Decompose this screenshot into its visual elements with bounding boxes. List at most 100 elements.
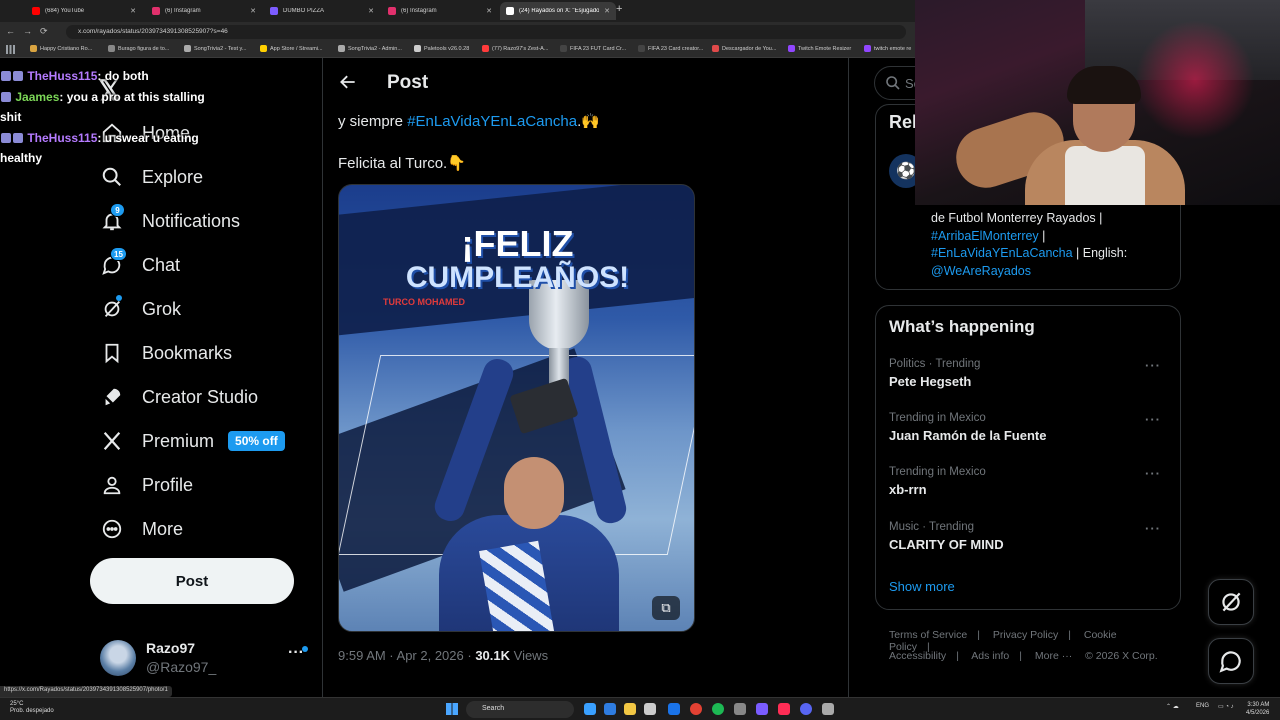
nav-bookmarks[interactable]: Bookmarks (100, 338, 232, 368)
store-icon[interactable] (644, 703, 656, 715)
bookmark[interactable]: Burago figura de to... (108, 45, 169, 52)
ellipsis-icon[interactable]: ··· (1145, 466, 1161, 481)
footer-link[interactable]: More ··· (1035, 650, 1072, 662)
trend-item[interactable]: Music · Trending CLARITY OF MIND ··· (889, 521, 1169, 561)
bookmark[interactable]: SongTrivia2 - Admin... (338, 45, 402, 52)
bookmark-icon (100, 341, 124, 365)
chat-message: Jaames: you a pro at this stalling shit (0, 87, 220, 128)
image-edit-icon[interactable]: ⧉ (652, 596, 680, 620)
grok-floating-button[interactable] (1208, 579, 1254, 625)
rocket-icon (100, 385, 124, 409)
post-button[interactable]: Post (90, 558, 294, 604)
messages-floating-button[interactable] (1208, 638, 1254, 684)
bookmark[interactable]: Paletools v26.0.28 (414, 45, 469, 52)
ellipsis-icon[interactable]: ··· (1145, 358, 1161, 373)
chrome-icon[interactable] (690, 703, 702, 715)
tweet-image[interactable]: ¡FELIZ CUMPLEAÑOS! TURCO MOHAMED (338, 184, 695, 632)
nav-profile[interactable]: Profile (100, 470, 193, 500)
app-icon[interactable] (584, 703, 596, 715)
person-icon (100, 473, 124, 497)
discord-icon[interactable] (800, 703, 812, 715)
mention-link[interactable]: @WeAreRayados (931, 264, 1031, 278)
trend-item[interactable]: Trending in Mexico Juan Ramón de la Fuen… (889, 412, 1169, 452)
footer-link[interactable]: Privacy Policy (993, 629, 1058, 641)
folder-icon[interactable] (624, 703, 636, 715)
trend-item[interactable]: Politics · Trending Pete Hegseth ··· (889, 358, 1169, 398)
bookmark[interactable]: twitch emote re (864, 45, 911, 52)
close-icon[interactable]: ✕ (604, 7, 610, 15)
bookmark[interactable]: Twitch Emote Resizer (788, 45, 851, 52)
search-icon (886, 76, 900, 90)
bookmark[interactable]: FIFA 23 FUT Card Cr... (560, 45, 626, 52)
network-volume-icons[interactable]: ▭ ◔ ♪ (1218, 703, 1234, 710)
system-clock[interactable]: 3:30 AM 4/5/2026 (1246, 701, 1269, 717)
apps-grid-icon[interactable] (6, 45, 15, 54)
nav-notifications[interactable]: 9 Notifications (100, 203, 240, 236)
weather-temp: 25°C (10, 701, 24, 707)
trend-context: Trending in Mexico (889, 412, 986, 424)
close-icon[interactable]: ✕ (368, 7, 374, 15)
windows-start-icon[interactable] (446, 703, 458, 715)
footer-separator: | (977, 629, 980, 641)
bookmark-icon (560, 45, 567, 52)
browser-tab[interactable]: (684) YouTube ✕ (26, 2, 142, 20)
notification-count-badge: 9 (110, 203, 125, 217)
nav-premium[interactable]: Premium 50% off (100, 426, 285, 456)
browser-tab[interactable]: (6) Instagram ✕ (382, 2, 498, 20)
trend-name: Juan Ramón de la Fuente (889, 428, 1047, 443)
close-icon[interactable]: ✕ (130, 7, 136, 15)
avatar (100, 640, 136, 676)
bookmark[interactable]: (77) Razo97's Zest-A... (482, 45, 548, 52)
ellipsis-icon[interactable]: ··· (1145, 521, 1161, 536)
tweet-timestamp[interactable]: 9:59 AM · Apr 2, 2026 · (338, 648, 475, 663)
footer-link[interactable]: Accessibility (889, 650, 946, 662)
new-dot (302, 646, 308, 652)
show-more-link[interactable]: Show more (889, 579, 955, 594)
footer-link[interactable]: Terms of Service (889, 629, 967, 641)
tweet-text: y siempre #EnLaVidaYEnLaCancha.🙌 (338, 113, 600, 130)
whats-happening-title: What’s happening (889, 317, 1035, 336)
weather-widget[interactable]: 25°C Prob. despejado (10, 701, 54, 715)
mail-icon[interactable] (668, 703, 680, 715)
bookmark[interactable]: App Store / Streami... (260, 45, 323, 52)
new-tab-icon[interactable]: + (616, 3, 622, 15)
nav-creator-studio[interactable]: Creator Studio (100, 382, 258, 412)
nav-chat[interactable]: 15 Chat (100, 247, 180, 280)
hashtag-link[interactable]: #ArribaElMonterrey (931, 229, 1039, 243)
app-icon[interactable] (756, 703, 768, 715)
account-switcher[interactable]: Razo97 @Razo97_ ··· (100, 638, 310, 678)
footer-link[interactable]: Ads info (971, 650, 1009, 662)
trend-item[interactable]: Trending in Mexico xb-rrn ··· (889, 466, 1169, 506)
music-icon[interactable] (778, 703, 790, 715)
nav-more[interactable]: More (100, 514, 183, 544)
ellipsis-icon[interactable]: ··· (1145, 412, 1161, 427)
app-icon[interactable] (734, 703, 746, 715)
nav-label: Profile (142, 474, 194, 495)
hashtag-link[interactable]: #EnLaVidaYEnLaCancha (407, 113, 577, 130)
bookmark[interactable]: Happy Cristiano Ro... (30, 45, 92, 52)
back-arrow-icon[interactable] (338, 72, 358, 92)
nav-label: Bookmarks (142, 342, 233, 363)
close-icon[interactable]: ✕ (250, 7, 256, 15)
browser-tab-active[interactable]: (24) Rayados on X: "Esjugador ✕ (500, 2, 616, 20)
browser-tab[interactable]: DUMBO PIZZA ✕ (264, 2, 380, 20)
new-dot (116, 295, 122, 301)
tray-icons[interactable]: ⌃ ☁ (1166, 703, 1179, 710)
spotify-icon[interactable] (712, 703, 724, 715)
browser-tab[interactable]: (6) Instagram ✕ (146, 2, 262, 20)
bookmark[interactable]: FIFA 23 Card creator... (638, 45, 703, 52)
taskbar-search[interactable]: Search (466, 701, 574, 718)
browser-nav-icons[interactable]: ←→⟳ (6, 26, 56, 37)
app-icon[interactable] (822, 703, 834, 715)
bookmark[interactable]: Descargador de You... (712, 45, 776, 52)
footer-separator: | (1068, 629, 1071, 641)
edge-icon[interactable] (604, 703, 616, 715)
hashtag-link[interactable]: #EnLaVidaYEnLaCancha (931, 246, 1073, 260)
language-indicator[interactable]: ENG (1196, 703, 1209, 709)
views-label: Views (510, 648, 549, 663)
close-icon[interactable]: ✕ (486, 7, 492, 15)
x-logo-icon (506, 7, 514, 15)
nav-grok[interactable]: Grok (100, 294, 181, 324)
url-field[interactable]: x.com/rayados/status/2039734391308525907… (66, 25, 906, 39)
bookmark[interactable]: SongTrivia2 - Test y... (184, 45, 246, 52)
